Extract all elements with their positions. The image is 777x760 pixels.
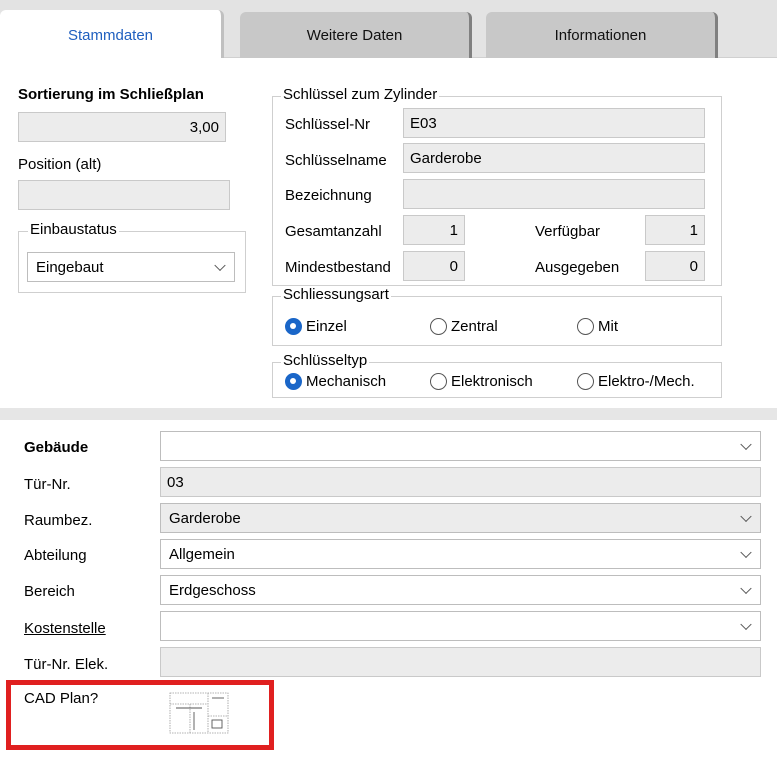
schluesseltyp-legend: Schlüsseltyp [281,352,370,369]
tab-bar: Stammdaten Weitere Daten Informationen [0,0,777,60]
schliessungsart-legend: Schliessungsart [281,286,391,303]
sort-field[interactable]: 3,00 [18,112,226,142]
einbaustatus-legend: Einbaustatus [28,221,119,238]
radio-unselected-icon [577,318,594,335]
tab-label: Stammdaten [67,26,154,44]
chevron-down-icon [740,510,752,523]
radio-selected-icon [285,373,302,390]
raumbez-label: Raumbez. [24,512,93,529]
tab-label: Informationen [554,26,647,44]
radio-unselected-icon [430,373,447,390]
mindestbestand-label: Mindestbestand [285,259,391,276]
einbaustatus-select[interactable]: Eingebaut [27,252,235,282]
radio-label: Elektronisch [451,373,533,390]
radio-label: Mechanisch [306,373,387,390]
chevron-down-icon [740,582,752,595]
key-bez-field[interactable] [403,179,705,209]
kostenstelle-label: Kostenstelle [24,620,106,637]
chevron-down-icon [740,618,752,631]
position-field[interactable] [18,180,230,210]
radio-unselected-icon [577,373,594,390]
tuernr-elek-field[interactable] [160,647,761,677]
radio-label: Einzel [306,318,347,335]
key-name-label: Schlüsselname [285,152,387,169]
ausgegeben-field[interactable]: 0 [645,251,705,281]
einbaustatus-value: Eingebaut [36,258,104,276]
ausgegeben-label: Ausgegeben [535,259,620,276]
key-bez-label: Bezeichnung [285,187,372,204]
radio-label: Zentral [451,318,498,335]
gesamtanzahl-label: Gesamtanzahl [285,223,382,240]
sort-label: Sortierung im Schließplan [18,86,204,103]
tuernr-field[interactable]: 03 [160,467,761,497]
gesamtanzahl-field[interactable]: 1 [403,215,465,245]
gebaeude-label: Gebäude [24,439,89,456]
radio-elektronisch[interactable]: Elektronisch [430,373,533,390]
tab-weitere-daten[interactable]: Weitere Daten [240,12,472,58]
key-nr-label: Schlüssel-Nr [285,116,371,133]
radio-einzel[interactable]: Einzel [285,318,347,335]
tuernr-elek-label: Tür-Nr. Elek. [24,656,109,673]
gebaeude-select[interactable] [160,431,761,461]
bereich-select[interactable]: Erdgeschoss [160,575,761,605]
bereich-label: Bereich [24,583,75,600]
key-name-field[interactable]: Garderobe [403,143,705,173]
abteilung-value: Allgemein [169,545,235,563]
highlight-box [6,680,274,750]
tab-label: Weitere Daten [306,26,403,44]
raumbez-value: Garderobe [169,509,241,527]
verfuegbar-label: Verfügbar [535,223,601,240]
radio-mechanisch[interactable]: Mechanisch [285,373,386,390]
radio-label: Elektro-/Mech. [598,373,695,390]
abteilung-select[interactable]: Allgemein [160,539,761,569]
chevron-down-icon [740,438,752,451]
bereich-value: Erdgeschoss [169,581,256,599]
radio-selected-icon [285,318,302,335]
tuernr-label: Tür-Nr. [24,476,71,493]
mindestbestand-field[interactable]: 0 [403,251,465,281]
verfuegbar-field[interactable]: 1 [645,215,705,245]
position-label: Position (alt) [18,156,102,173]
tab-informationen[interactable]: Informationen [486,12,718,58]
key-nr-field[interactable]: E03 [403,108,705,138]
radio-elektro-mech[interactable]: Elektro-/Mech. [577,373,695,390]
radio-mit[interactable]: Mit [577,318,618,335]
radio-unselected-icon [430,318,447,335]
raumbez-select[interactable]: Garderobe [160,503,761,533]
chevron-down-icon [214,259,226,272]
radio-label: Mit [598,318,618,335]
kostenstelle-select[interactable] [160,611,761,641]
tab-stammdaten[interactable]: Stammdaten [0,10,224,60]
chevron-down-icon [740,546,752,559]
section-divider [0,408,777,420]
key-legend: Schlüssel zum Zylinder [281,86,440,103]
radio-zentral[interactable]: Zentral [430,318,498,335]
abteilung-label: Abteilung [24,547,87,564]
